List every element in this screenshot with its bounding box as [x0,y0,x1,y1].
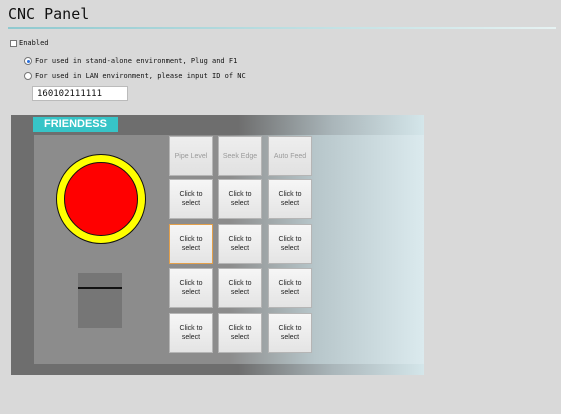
select-cell-button[interactable]: Click to select [218,313,262,353]
slot-indicator [78,273,122,328]
emergency-stop-ring[interactable] [56,154,146,244]
radio-standalone[interactable] [24,57,32,65]
select-cell-button[interactable]: Click to select [169,268,213,308]
select-cell-button[interactable]: Click to select [268,224,312,264]
emergency-stop-button[interactable] [64,162,138,236]
title-divider [8,27,556,29]
header-button-2[interactable]: Seek Edge [218,136,262,176]
radio-lan[interactable] [24,72,32,80]
select-cell-button[interactable]: Click to select [218,268,262,308]
enabled-checkbox-row[interactable]: Enabled [10,39,49,47]
enabled-label: Enabled [19,39,49,47]
brand-label: FRIENDESS [33,117,118,132]
select-cell-button[interactable]: Click to select [169,224,213,264]
select-cell-button[interactable]: Click to select [169,313,213,353]
radio-lan-row[interactable]: For used in LAN environment, please inpu… [24,72,246,80]
slot-line [78,287,122,289]
radio-lan-label: For used in LAN environment, please inpu… [35,72,246,80]
page-title: CNC Panel [8,5,90,23]
header-button-1[interactable]: Pipe Level [169,136,213,176]
select-cell-button[interactable]: Click to select [218,179,262,219]
radio-standalone-row[interactable]: For used in stand-alone environment, Plu… [24,57,237,65]
nc-id-input[interactable]: 160102111111 [32,86,128,101]
select-cell-button[interactable]: Click to select [268,268,312,308]
enabled-checkbox[interactable] [10,39,17,47]
select-cell-button[interactable]: Click to select [169,179,213,219]
select-cell-button[interactable]: Click to select [268,179,312,219]
header-button-3[interactable]: Auto Feed [268,136,312,176]
radio-standalone-label: For used in stand-alone environment, Plu… [35,57,238,65]
select-cell-button[interactable]: Click to select [218,224,262,264]
select-cell-button[interactable]: Click to select [268,313,312,353]
